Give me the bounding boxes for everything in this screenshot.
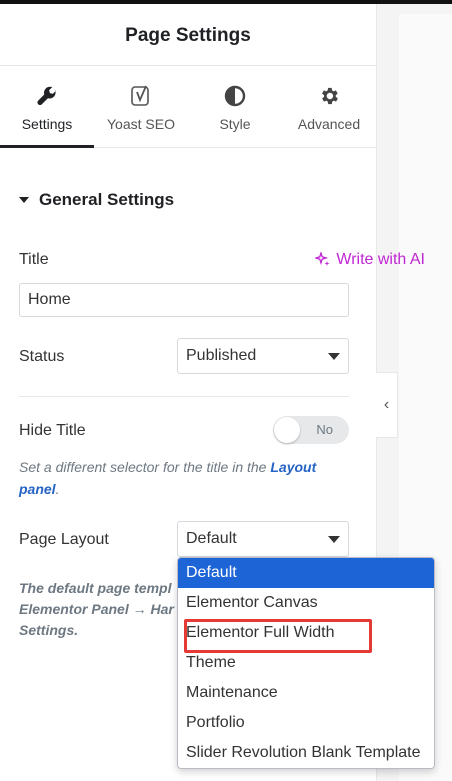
tab-style[interactable]: Style [188, 66, 282, 147]
sparkle-icon [315, 252, 330, 266]
tab-bar: Settings Yoast SEO Style Advanced [0, 66, 376, 148]
status-select[interactable]: Published [177, 338, 349, 374]
yoast-icon [130, 82, 152, 110]
chevron-left-icon: ‹ [383, 396, 390, 413]
option-maintenance[interactable]: Maintenance [178, 678, 434, 708]
page-layout-description: The default page templ Elementor Panel →… [19, 578, 189, 641]
caret-down-icon [19, 197, 29, 203]
dropdown-arrow-icon [328, 353, 340, 360]
write-with-ai-label: Write with AI [336, 251, 425, 268]
section-title: General Settings [39, 190, 175, 209]
desc-suffix: . [55, 481, 60, 497]
hide-title-toggle[interactable]: No [273, 416, 349, 444]
page-layout-label: Page Layout [19, 531, 109, 548]
wrench-icon [36, 82, 58, 110]
write-with-ai-link[interactable]: Write with AI [315, 251, 425, 269]
hide-title-label: Hide Title [19, 422, 86, 439]
tab-yoast-label: Yoast SEO [107, 115, 175, 132]
collapse-panel-button[interactable]: ‹ [376, 372, 398, 438]
tab-settings[interactable]: Settings [0, 66, 94, 148]
divider [19, 396, 349, 397]
status-label: Status [19, 348, 65, 365]
desc-text: Set a different selector for the title i… [19, 459, 271, 475]
option-elementor-canvas[interactable]: Elementor Canvas [178, 588, 434, 618]
tab-advanced[interactable]: Advanced [282, 66, 376, 147]
status-value: Published [186, 347, 257, 364]
desc-line: Settings. [19, 622, 79, 638]
page-layout-select[interactable]: Default [177, 521, 349, 557]
option-slider-revolution-blank-template[interactable]: Slider Revolution Blank Template [178, 738, 434, 768]
tab-style-label: Style [219, 115, 251, 132]
toggle-label: No [316, 422, 333, 437]
page-title: Page Settings [125, 24, 251, 46]
tab-advanced-label: Advanced [297, 115, 361, 132]
tab-yoast-seo[interactable]: Yoast SEO [94, 66, 188, 147]
toggle-knob [274, 417, 300, 443]
dropdown-arrow-icon [328, 536, 340, 543]
page-layout-dropdown: Default Elementor Canvas Elementor Full … [177, 557, 435, 769]
option-portfolio[interactable]: Portfolio [178, 708, 434, 738]
half-circle-icon [224, 82, 246, 110]
tab-settings-label: Settings [21, 115, 73, 132]
desc-line: The default page templ [19, 580, 172, 596]
hide-title-description: Set a different selector for the title i… [19, 456, 349, 500]
general-settings-toggle[interactable]: General Settings [19, 190, 174, 210]
desc-line: Elementor Panel → Har [19, 601, 174, 617]
page-layout-value: Default [186, 530, 237, 547]
title-input[interactable] [19, 283, 349, 317]
annotation-highlight-box [184, 619, 372, 653]
panel-header: Page Settings [0, 4, 376, 66]
option-default[interactable]: Default [178, 558, 434, 588]
gear-icon [318, 82, 340, 110]
title-label: Title [19, 251, 49, 268]
